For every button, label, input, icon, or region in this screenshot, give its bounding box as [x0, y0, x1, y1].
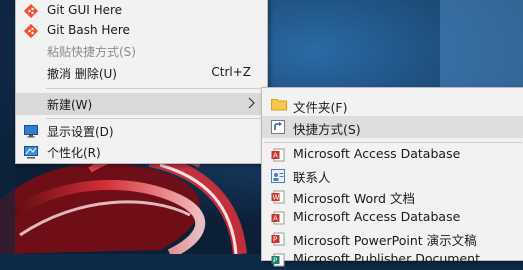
- submenu-item-folder[interactable]: 文件夹(F): [262, 94, 523, 116]
- menu-item-display-settings[interactable]: 显示设置(D): [16, 121, 267, 141]
- powerpoint-icon: P: [271, 232, 285, 246]
- submenu-item-publisher[interactable]: P Microsoft Publisher Document: [262, 249, 523, 270]
- git-icon: [23, 3, 39, 19]
- folder-icon: [271, 97, 287, 111]
- submenu-item-access-database-2[interactable]: A Microsoft Access Database: [262, 207, 523, 228]
- menu-separator: [46, 88, 265, 89]
- desktop-context-menu: Git GUI Here Git Bash Here 粘贴快捷方式(S) 撤消 …: [15, 0, 268, 164]
- svg-text:A: A: [273, 215, 278, 223]
- menu-item-label: 快捷方式(S): [293, 122, 361, 137]
- menu-item-new[interactable]: 新建(W): [16, 93, 267, 115]
- contact-icon: [271, 169, 285, 183]
- shortcut-icon: [271, 120, 285, 134]
- display-icon: [24, 124, 38, 138]
- menu-item-git-bash[interactable]: Git Bash Here: [16, 21, 267, 41]
- submenu-item-powerpoint[interactable]: P Microsoft PowerPoint 演示文稿: [262, 228, 523, 249]
- menu-separator: [264, 142, 522, 143]
- menu-item-label: 显示设置(D): [47, 125, 114, 139]
- menu-item-label: Git Bash Here: [47, 23, 130, 37]
- menu-item-label: 新建(W): [47, 98, 93, 112]
- menu-item-label: Microsoft Access Database: [293, 209, 461, 224]
- access-icon: A: [271, 148, 285, 162]
- menu-item-label: Microsoft Access Database: [293, 146, 461, 161]
- publisher-icon: P: [271, 253, 285, 267]
- menu-item-undo-delete[interactable]: 撤消 删除(U) Ctrl+Z: [16, 63, 267, 83]
- svg-text:A: A: [273, 152, 278, 160]
- svg-text:W: W: [273, 194, 280, 202]
- menu-item-label: Microsoft PowerPoint 演示文稿: [293, 233, 477, 248]
- menu-item-label: 文件夹(F): [293, 100, 348, 115]
- menu-item-personalize[interactable]: 个性化(R): [16, 142, 267, 162]
- menu-item-label: 粘贴快捷方式(S): [47, 45, 136, 59]
- submenu-item-word-document[interactable]: W Microsoft Word 文档: [262, 186, 523, 207]
- git-icon: [23, 23, 39, 39]
- access-icon: A: [271, 211, 285, 225]
- menu-item-shortcut: Ctrl+Z: [211, 65, 251, 79]
- menu-item-label: Microsoft Word 文档: [293, 191, 415, 206]
- menu-item-label: Git GUI Here: [47, 3, 123, 17]
- submenu-item-contact[interactable]: 联系人: [262, 165, 523, 186]
- menu-item-label: Microsoft Publisher Document: [293, 251, 480, 266]
- submenu-item-shortcut[interactable]: 快捷方式(S): [262, 116, 523, 138]
- menu-item-label: 联系人: [293, 170, 331, 185]
- personalize-icon: [24, 145, 38, 159]
- svg-text:P: P: [273, 257, 277, 265]
- menu-separator: [46, 118, 265, 119]
- menu-item-paste-shortcut[interactable]: 粘贴快捷方式(S): [16, 41, 267, 61]
- chevron-right-icon: [248, 97, 255, 109]
- svg-text:P: P: [273, 236, 277, 244]
- menu-item-label: 个性化(R): [47, 146, 101, 160]
- menu-item-label: 撤消 删除(U): [47, 67, 117, 81]
- submenu-item-access-database[interactable]: A Microsoft Access Database: [262, 144, 523, 165]
- new-submenu: 文件夹(F) 快捷方式(S) A Microsoft Access Databa…: [261, 87, 523, 267]
- menu-item-git-gui[interactable]: Git GUI Here: [16, 1, 267, 21]
- word-icon: W: [271, 190, 285, 204]
